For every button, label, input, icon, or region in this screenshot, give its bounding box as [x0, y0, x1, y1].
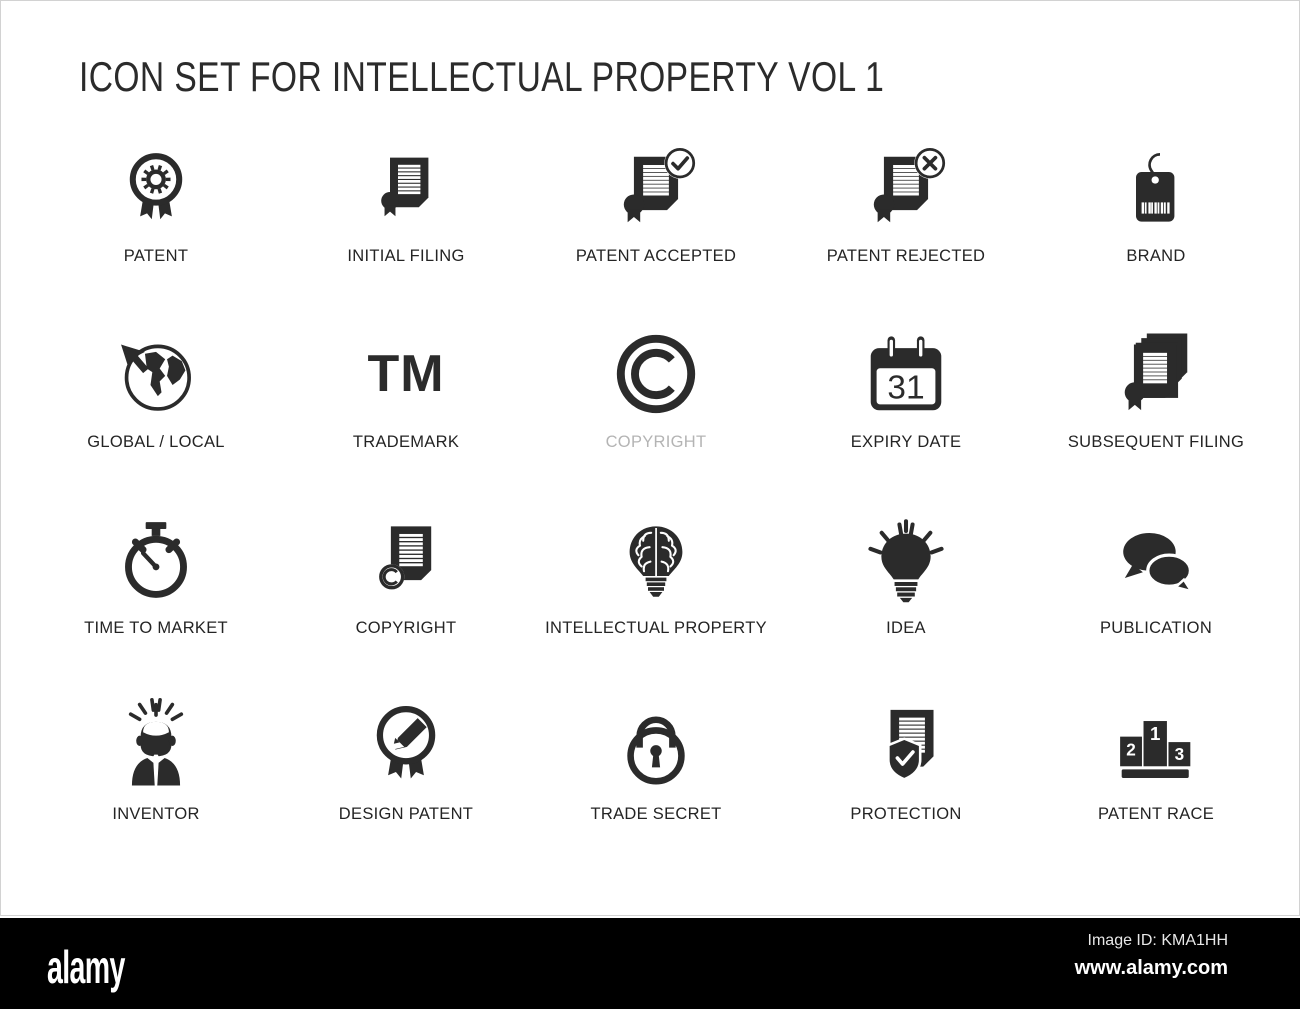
icon-caption: PUBLICATION — [1099, 619, 1213, 637]
icon-cell-expiry-date[interactable]: 31 EXPIRY DATE — [781, 315, 1031, 501]
document-shield-check-icon — [863, 687, 949, 805]
copyright-symbol-icon — [612, 315, 700, 433]
icon-cell-patent-accepted[interactable]: PATENT ACCEPTED — [531, 129, 781, 315]
icon-cell-patent-race[interactable]: 1 2 3 PATENT RACE — [1031, 687, 1281, 873]
icon-cell-trade-secret[interactable]: TRADE SECRET — [531, 687, 781, 873]
stopwatch-icon — [113, 501, 199, 619]
svg-text:31: 31 — [887, 370, 924, 407]
icon-cell-patent[interactable]: PATENT — [31, 129, 281, 315]
document-seal-check-icon — [610, 129, 702, 247]
icon-caption: BRAND — [1126, 247, 1186, 265]
icon-caption: COPYRIGHT — [605, 433, 707, 451]
brain-lightbulb-icon — [616, 501, 696, 619]
alamy-logo: alamy — [47, 941, 125, 993]
icon-cell-protection[interactable]: PROTECTION — [781, 687, 1031, 873]
icon-caption: INVENTOR — [112, 805, 200, 823]
icon-cell-copyright[interactable]: COPYRIGHT — [281, 501, 531, 687]
icon-cell-patent-rejected[interactable]: PATENT REJECTED — [781, 129, 1031, 315]
document-seal-icon — [366, 129, 446, 247]
globe-arrow-icon — [110, 315, 202, 433]
document-copyright-icon — [364, 501, 448, 619]
speech-bubbles-icon — [1109, 501, 1203, 619]
icon-caption: SUBSEQUENT FILING — [1067, 433, 1245, 451]
person-idea-icon — [113, 687, 199, 805]
tm-text-icon: TM — [367, 345, 445, 403]
icon-caption: PATENT RACE — [1097, 805, 1215, 823]
icon-grid: PATENT INITIAL FILING PATENT ACCEPTED PATEN… — [31, 129, 1281, 873]
icon-caption: IDEA — [886, 619, 926, 637]
icon-caption: EXPIRY DATE — [850, 433, 962, 451]
svg-text:3: 3 — [1175, 744, 1185, 764]
icon-cell-subsequent-filing[interactable]: SUBSEQUENT FILING — [1031, 315, 1281, 501]
icon-cell-time-to-market[interactable]: TIME TO MARKET — [31, 501, 281, 687]
award-ribbon-gear-icon — [113, 129, 199, 247]
icon-caption: COPYRIGHT — [355, 619, 457, 637]
icon-caption: DESIGN PATENT — [338, 805, 474, 823]
icon-cell-publication[interactable]: PUBLICATION — [1031, 501, 1281, 687]
icon-caption: INTELLECTUAL PROPERTY — [545, 619, 767, 637]
icon-caption: TRADEMARK — [352, 433, 460, 451]
calendar-31-icon: 31 — [864, 315, 948, 433]
svg-text:2: 2 — [1126, 739, 1136, 759]
alamy-watermark-bar: alamy Image ID: KMA1HH www.alamy.com — [0, 918, 1300, 1009]
icon-cell-initial-filing[interactable]: INITIAL FILING — [281, 129, 531, 315]
document-seal-cross-icon — [860, 129, 952, 247]
icon-caption: INITIAL FILING — [347, 247, 465, 265]
icon-cell-intellectual-property[interactable]: INTELLECTUAL PROPERTY — [531, 501, 781, 687]
image-id-label: Image ID: KMA1HH — [1087, 932, 1228, 949]
icon-caption: TRADE SECRET — [590, 805, 722, 823]
icon-caption: TIME TO MARKET — [84, 619, 228, 637]
price-tag-barcode-icon — [1116, 129, 1196, 247]
icon-cell-copyright[interactable]: COPYRIGHT — [531, 315, 781, 501]
icon-caption: PATENT REJECTED — [826, 247, 986, 265]
alamy-url-label: www.alamy.com — [1074, 957, 1228, 979]
lightbulb-rays-icon — [862, 501, 950, 619]
icon-cell-design-patent[interactable]: DESIGN PATENT — [281, 687, 531, 873]
icon-cell-inventor[interactable]: INVENTOR — [31, 687, 281, 873]
icon-caption: PATENT — [123, 247, 189, 265]
icon-cell-idea[interactable]: IDEA — [781, 501, 1031, 687]
icon-cell-trademark[interactable]: TM TRADEMARK — [281, 315, 531, 501]
poster-canvas: ICON SET FOR INTELLECTUAL PROPERTY VOL 1… — [0, 0, 1300, 916]
icon-caption: PATENT ACCEPTED — [575, 247, 737, 265]
icon-caption: PROTECTION — [850, 805, 962, 823]
page-title: ICON SET FOR INTELLECTUAL PROPERTY VOL 1 — [79, 53, 885, 100]
icon-cell-global-local[interactable]: GLOBAL / LOCAL — [31, 315, 281, 501]
icon-caption: GLOBAL / LOCAL — [87, 433, 225, 451]
svg-text:1: 1 — [1150, 723, 1160, 744]
icon-cell-brand[interactable]: BRAND — [1031, 129, 1281, 315]
award-ribbon-pencil-icon — [361, 687, 451, 805]
podium-123-icon: 12 3 — [1110, 687, 1202, 805]
padlock-icon — [615, 687, 697, 805]
document-stack-seal-icon — [1110, 315, 1202, 433]
